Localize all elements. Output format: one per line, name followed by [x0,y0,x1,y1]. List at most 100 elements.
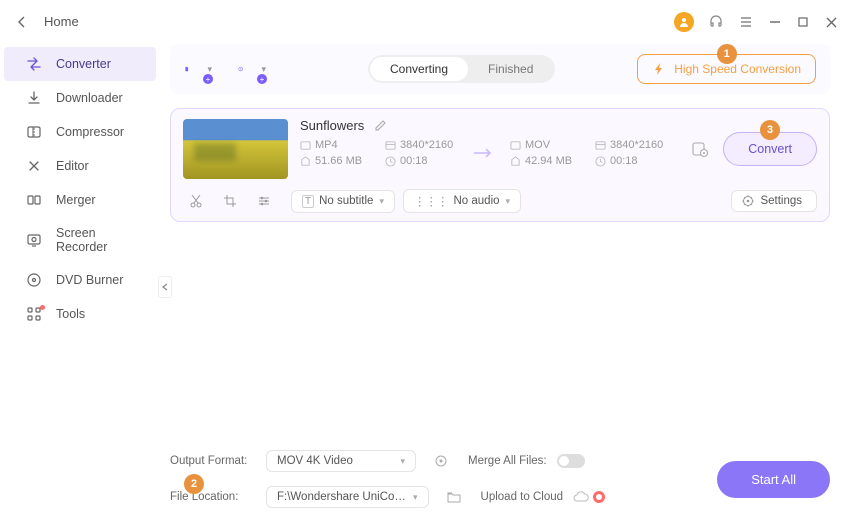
arrow-right-icon [466,146,500,160]
home-label: Home [44,14,79,29]
subtitle-dropdown[interactable]: TNo subtitle ▾ [291,190,395,213]
item-footer: TNo subtitle ▾ ⋮⋮⋮No audio ▾ Settings [183,187,817,213]
bottom-bar: Output Format: MOV 4K Video ▾ Merge All F… [160,446,850,528]
sidebar-item-tools[interactable]: Tools [4,297,156,331]
sidebar-item-compressor[interactable]: Compressor [4,115,156,149]
src-size: 51.66 MB [315,155,371,167]
add-file-button[interactable]: + ▾ [184,55,212,83]
sidebar-collapse-handle[interactable] [158,276,172,298]
plus-icon: + [257,74,267,84]
avatar-icon[interactable] [674,12,694,32]
nav-label: Editor [56,159,89,173]
item-actions: Convert 3 [691,119,817,179]
plus-icon: + [203,74,213,84]
nav-label: Downloader [56,91,123,105]
src-format: MP4 [315,139,371,151]
video-thumbnail[interactable] [183,119,288,179]
nav-label: Tools [56,307,85,321]
chevron-down-icon: ▾ [400,456,405,467]
high-speed-button[interactable]: High Speed Conversion 1 [637,54,816,84]
item-meta: Sunflowers MP4 3840*2160 51.66 MB 00:18 [300,119,679,179]
headset-icon[interactable] [708,14,724,30]
chevron-down-icon: ▾ [207,64,212,75]
src-resolution: 3840*2160 [400,139,456,151]
cut-icon[interactable] [183,194,209,208]
target-format: MOV 3840*2160 42.94 MB 00:18 [510,139,666,167]
converter-icon [26,56,42,72]
sidebar-item-dvdburner[interactable]: DVD Burner [4,263,156,297]
item-settings-icon[interactable] [691,140,709,158]
sidebar-home[interactable]: Home [0,0,160,43]
output-format-dropdown[interactable]: MOV 4K Video ▾ [266,450,416,472]
callout-2: 2 [184,474,204,494]
lightning-icon [652,62,666,76]
output-format-value: MOV 4K Video [277,455,353,467]
maximize-button[interactable] [796,15,810,29]
merger-icon [26,192,42,208]
downloader-icon [26,90,42,106]
dst-format: MOV [525,139,581,151]
nav-label: Merger [56,193,96,207]
item-settings-button[interactable]: Settings [731,190,817,212]
output-format-label: Output Format: [170,455,256,467]
main-pane: + ▾ + ▾ Converting Finished High Speed C… [160,0,850,528]
audio-dropdown[interactable]: ⋮⋮⋮No audio ▾ [403,189,521,213]
compressor-icon [26,124,42,140]
tab-converting[interactable]: Converting [370,57,468,81]
chevron-down-icon: ▾ [506,196,511,207]
settings-label: Settings [760,195,802,207]
file-location-value: F:\Wondershare UniConverter 1 [277,491,407,503]
convert-button[interactable]: Convert 3 [723,132,817,166]
tab-finished[interactable]: Finished [468,57,553,81]
sidebar-nav: Converter Downloader Compressor Editor M… [0,43,160,335]
app-root: Home Converter Downloader Compressor Edi… [0,0,850,528]
nav-label: Converter [56,57,111,71]
callout-1: 1 [717,44,737,64]
sidebar-item-editor[interactable]: Editor [4,149,156,183]
subtitle-value: No subtitle [319,195,373,207]
editor-icon [26,158,42,174]
titlebar [160,0,850,44]
chevron-down-icon: ▾ [379,196,384,207]
callout-3: 3 [760,120,780,140]
close-button[interactable] [824,15,838,29]
dvdburner-icon [26,272,42,288]
toolbar: + ▾ + ▾ Converting Finished High Speed C… [170,44,830,94]
edit-title-icon[interactable] [374,119,387,132]
file-location-dropdown[interactable]: F:\Wondershare UniConverter 1 ▾ [266,486,429,508]
dst-size: 42.94 MB [525,155,581,167]
sidebar-item-downloader[interactable]: Downloader [4,81,156,115]
upload-label: Upload to Cloud [481,491,563,503]
nav-label: Compressor [56,125,124,139]
sidebar-item-screenrecorder[interactable]: Screen Recorder [4,217,156,263]
screenrecorder-icon [26,232,42,248]
open-folder-icon[interactable] [447,490,461,504]
source-format: MP4 3840*2160 51.66 MB 00:18 [300,139,456,167]
sidebar-item-merger[interactable]: Merger [4,183,156,217]
back-icon [18,16,26,28]
start-all-button[interactable]: Start All [717,461,830,498]
src-duration: 00:18 [400,155,456,167]
tools-icon [26,306,42,322]
sidebar-item-converter[interactable]: Converter [4,47,156,81]
file-location-label: File Location: [170,491,256,503]
item-title: Sunflowers [300,118,364,133]
output-settings-icon[interactable] [434,454,448,468]
crop-icon[interactable] [217,194,243,208]
high-speed-label: High Speed Conversion [674,62,801,76]
chevron-down-icon: ▾ [261,64,266,75]
add-disc-button[interactable]: + ▾ [238,55,266,83]
effects-icon[interactable] [251,194,277,208]
minimize-button[interactable] [768,15,782,29]
nav-label: DVD Burner [56,273,123,287]
merge-toggle[interactable] [557,454,585,468]
merge-label: Merge All Files: [468,455,547,467]
sidebar: Home Converter Downloader Compressor Edi… [0,0,160,528]
dst-duration: 00:18 [610,155,666,167]
audio-value: No audio [453,195,499,207]
cloud-status-icon[interactable] [573,491,605,503]
dst-resolution: 3840*2160 [610,139,666,151]
nav-label: Screen Recorder [56,226,140,254]
menu-icon[interactable] [738,14,754,30]
chevron-down-icon: ▾ [413,492,418,503]
